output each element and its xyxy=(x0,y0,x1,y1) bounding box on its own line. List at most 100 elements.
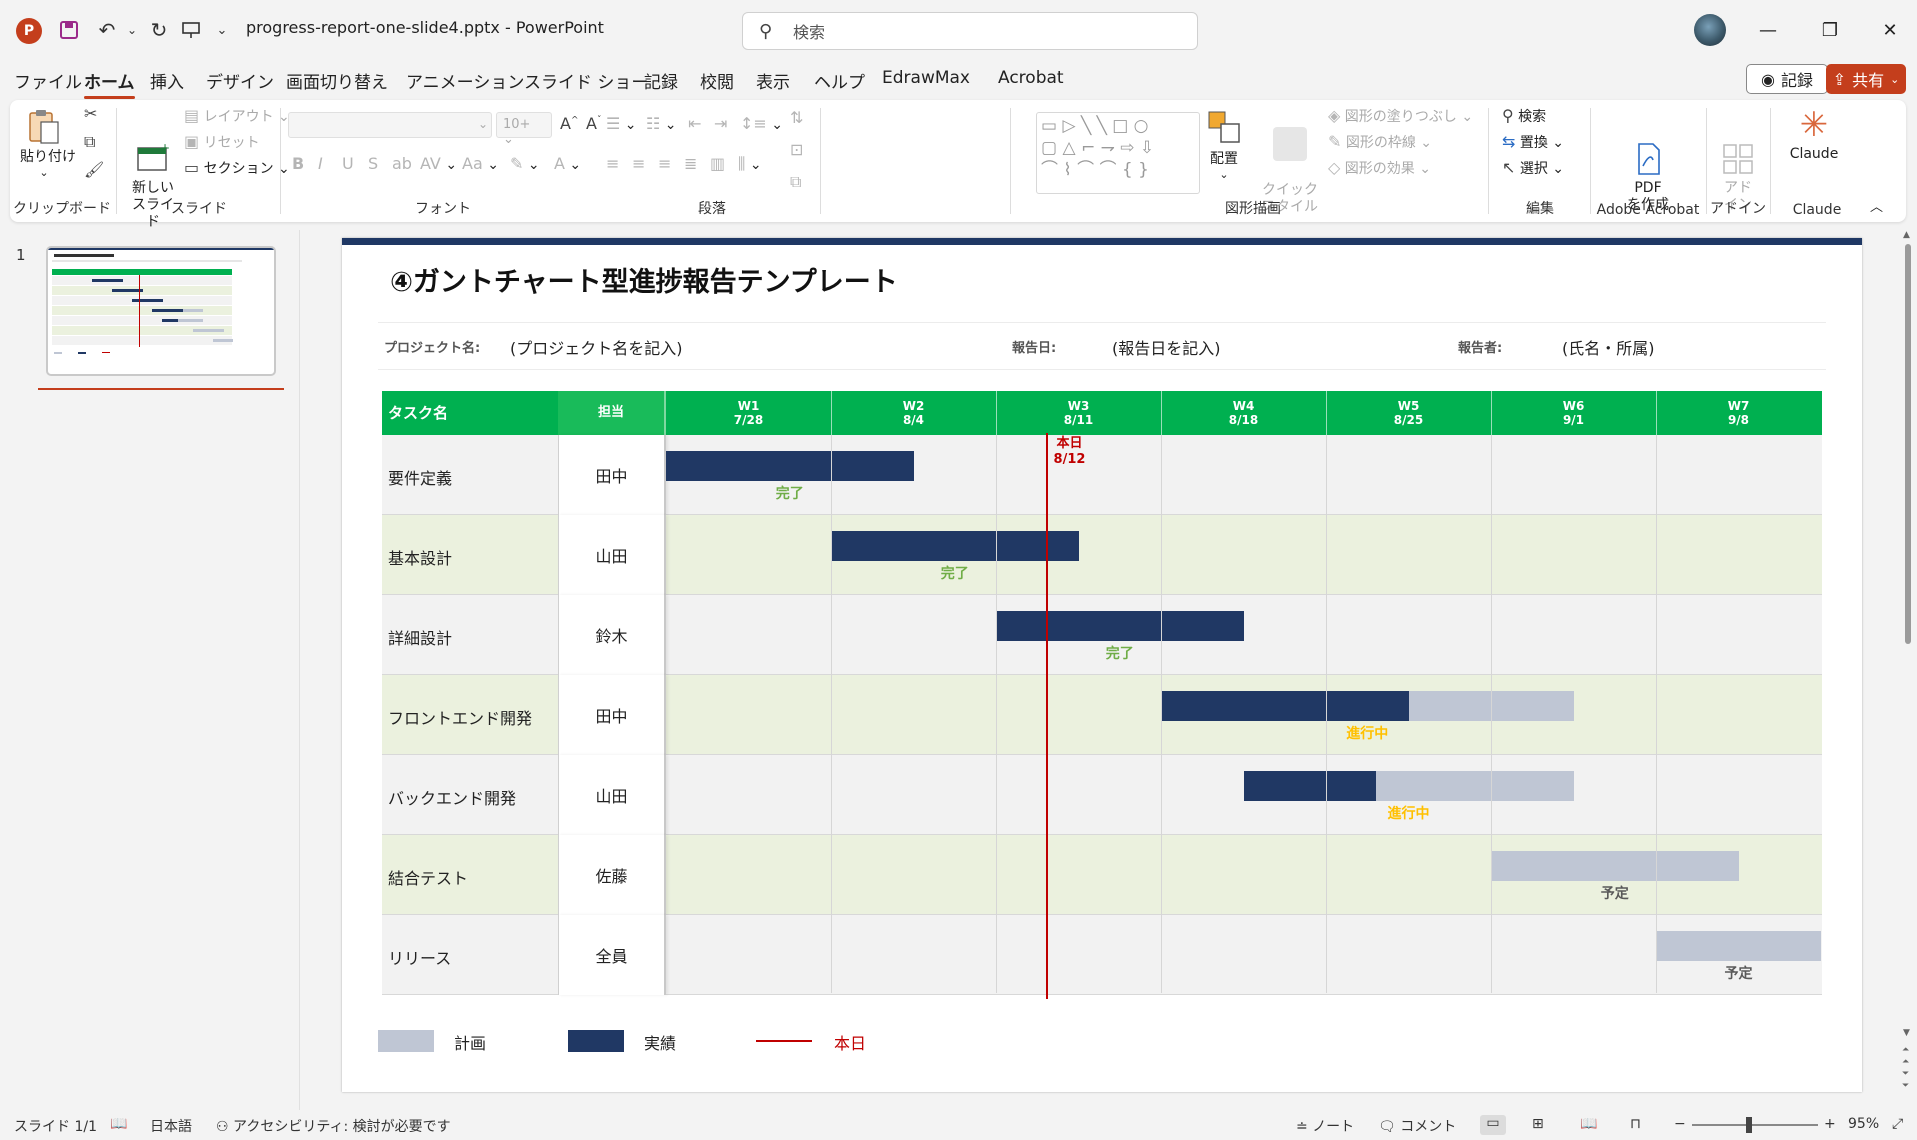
scrollbar-thumb[interactable] xyxy=(1905,244,1911,644)
report-date-value[interactable]: (報告日を記入) xyxy=(1112,335,1221,359)
task-owner[interactable]: 山田 xyxy=(558,515,666,595)
reset-button[interactable]: ▣ リセット xyxy=(184,132,260,152)
previous-slide-icon[interactable]: ⏶ ⏶ xyxy=(1902,1044,1909,1068)
create-pdf-button[interactable]: PDF を作成 xyxy=(1622,108,1674,214)
change-case-icon[interactable]: Aa ⌄ xyxy=(462,154,499,173)
zoom-slider[interactable] xyxy=(1692,1124,1818,1126)
search-input[interactable]: ⚲ 検索 xyxy=(742,12,1198,50)
tab-slideshow[interactable]: スライド ショー xyxy=(524,68,648,93)
task-owner[interactable]: 田中 xyxy=(558,435,666,515)
increase-font-icon[interactable]: A^ xyxy=(560,114,579,133)
vertical-scrollbar[interactable]: ▲ ▼ ⏶ ⏶ ⏷ ⏷ xyxy=(1900,230,1917,1092)
user-avatar[interactable] xyxy=(1694,14,1726,46)
tab-animations[interactable]: アニメーション xyxy=(406,68,524,93)
task-owner[interactable]: 鈴木 xyxy=(558,595,666,675)
slideshow-view-icon[interactable]: ⊓ xyxy=(1630,1116,1641,1132)
notes-button[interactable]: ≐ ノート xyxy=(1296,1116,1354,1136)
redo-icon[interactable]: ↻ xyxy=(144,16,174,44)
minimize-icon[interactable]: — xyxy=(1748,14,1788,46)
actual-bar[interactable] xyxy=(666,451,914,481)
task-name[interactable]: バックエンド開発 xyxy=(388,785,516,809)
task-name[interactable]: フロントエンド開発 xyxy=(388,705,532,729)
bold-icon[interactable]: B xyxy=(292,154,304,173)
find-button[interactable]: ⚲ 検索 xyxy=(1502,106,1546,126)
shapes-gallery[interactable]: ▭ ▷ ╲ ╲ □ ○ ▢ △ ⌐ ⇁ ⇨ ⇩ ⌒ ⌇ ⌒ ⌒ { } xyxy=(1036,112,1200,194)
cut-icon[interactable]: ✂ xyxy=(84,104,97,123)
line-spacing-icon[interactable]: ↕≡ ⌄ xyxy=(740,114,783,133)
share-button[interactable]: ⇪ 共有 ⌄ xyxy=(1826,64,1906,94)
tab-view[interactable]: 表示 xyxy=(756,68,790,93)
zoom-in-icon[interactable]: + xyxy=(1824,1116,1836,1132)
section-button[interactable]: ▭ セクション ⌄ xyxy=(184,158,290,178)
font-size-select[interactable]: 10+ ⌄ xyxy=(496,112,552,147)
decrease-font-icon[interactable]: Aˇ xyxy=(586,114,601,133)
zoom-level[interactable]: 95% xyxy=(1848,1116,1879,1132)
copy-icon[interactable]: ⧉ xyxy=(84,132,95,152)
zoom-slider-thumb[interactable] xyxy=(1746,1117,1752,1133)
actual-bar[interactable] xyxy=(1243,771,1376,801)
spellcheck-icon[interactable]: 📖 xyxy=(110,1116,127,1132)
paste-button[interactable]: 貼り付け ⌄ xyxy=(20,108,76,179)
scroll-up-icon[interactable]: ▲ xyxy=(1903,230,1910,240)
tab-insert[interactable]: 挿入 xyxy=(150,68,184,93)
comments-button[interactable]: 🗨 コメント xyxy=(1378,1116,1456,1136)
tab-file[interactable]: ファイル xyxy=(14,68,82,93)
align-left-icon[interactable]: ≡ xyxy=(606,154,619,173)
tab-record[interactable]: 記録 xyxy=(644,68,678,93)
tab-design[interactable]: デザイン xyxy=(206,68,274,93)
plan-bar[interactable] xyxy=(1491,851,1739,881)
arrange-button[interactable]: 配置 ⌄ xyxy=(1206,110,1242,181)
actual-bar[interactable] xyxy=(1161,691,1409,721)
claude-button[interactable]: ✳ Claude xyxy=(1784,108,1844,162)
slide-canvas[interactable]: ④ガントチャート型進捗報告テンプレート プロジェクト名: (プロジェクト名を記入… xyxy=(342,238,1862,1092)
slide-sorter-icon[interactable]: ⊞ xyxy=(1532,1116,1544,1132)
slide-title[interactable]: ④ガントチャート型進捗報告テンプレート xyxy=(390,260,898,299)
task-name[interactable]: 結合テスト xyxy=(388,865,468,889)
align-right-icon[interactable]: ≡ xyxy=(658,154,671,173)
shape-effects-button[interactable]: ◇ 図形の効果 ⌄ xyxy=(1328,158,1431,178)
task-owner[interactable]: 全員 xyxy=(558,915,666,995)
actual-bar[interactable] xyxy=(996,611,1244,641)
align-text-icon[interactable]: ⊡ xyxy=(790,140,803,159)
layout-button[interactable]: ▤ レイアウト ⌄ xyxy=(184,106,290,126)
font-color-icon[interactable]: A ⌄ xyxy=(554,154,581,173)
smartart-icon[interactable]: ⧉ xyxy=(790,172,801,192)
align-center-icon[interactable]: ≡ xyxy=(632,154,645,173)
tab-transitions[interactable]: 画面切り替え xyxy=(286,68,388,93)
strikethrough-icon[interactable]: ab xyxy=(392,154,412,173)
shape-outline-button[interactable]: ✎ 図形の枠線 ⌄ xyxy=(1328,132,1432,152)
distributed-icon[interactable]: ▥ xyxy=(710,154,725,173)
shadow-icon[interactable]: S xyxy=(368,154,378,173)
tab-home[interactable]: ホーム xyxy=(84,68,135,99)
reporter-value[interactable]: (氏名・所属) xyxy=(1562,335,1655,359)
task-name[interactable]: リリース xyxy=(388,945,451,969)
tab-help[interactable]: ヘルプ xyxy=(814,68,865,93)
zoom-out-icon[interactable]: − xyxy=(1674,1116,1686,1132)
character-spacing-icon[interactable]: AV ⌄ xyxy=(420,154,457,173)
task-owner[interactable]: 山田 xyxy=(558,755,666,835)
actual-bar[interactable] xyxy=(831,531,1079,561)
task-name[interactable]: 詳細設計 xyxy=(388,625,452,649)
numbering-icon[interactable]: ☷ ⌄ xyxy=(646,114,677,133)
italic-icon[interactable]: I xyxy=(318,154,323,173)
undo-dropdown-chevron-icon[interactable]: ⌄ xyxy=(124,16,140,44)
shape-fill-button[interactable]: ◈ 図形の塗りつぶし ⌄ xyxy=(1328,106,1473,126)
normal-view-icon[interactable]: ▭ xyxy=(1480,1115,1506,1135)
presentation-from-start-icon[interactable] xyxy=(176,16,206,44)
columns-icon[interactable]: ⫼ ⌄ xyxy=(738,154,762,174)
underline-icon[interactable]: U xyxy=(342,154,354,173)
slide-thumbnail[interactable] xyxy=(46,246,276,376)
save-icon[interactable] xyxy=(52,16,86,44)
text-direction-icon[interactable]: ⇅ xyxy=(790,108,803,127)
accessibility-status[interactable]: ⚇ アクセシビリティ: 検討が必要です xyxy=(216,1116,451,1136)
plan-bar[interactable] xyxy=(1656,931,1821,961)
reading-view-icon[interactable]: 📖 xyxy=(1580,1116,1597,1132)
tab-acrobat[interactable]: Acrobat xyxy=(998,68,1064,88)
next-slide-icon[interactable]: ⏷ ⏷ xyxy=(1902,1068,1909,1092)
undo-icon[interactable]: ↶ xyxy=(92,16,122,44)
task-owner[interactable]: 佐藤 xyxy=(558,835,666,915)
project-name-value[interactable]: (プロジェクト名を記入) xyxy=(510,335,683,359)
justify-icon[interactable]: ≣ xyxy=(684,154,697,173)
task-name[interactable]: 基本設計 xyxy=(388,545,452,569)
restore-icon[interactable]: ❐ xyxy=(1810,14,1850,46)
